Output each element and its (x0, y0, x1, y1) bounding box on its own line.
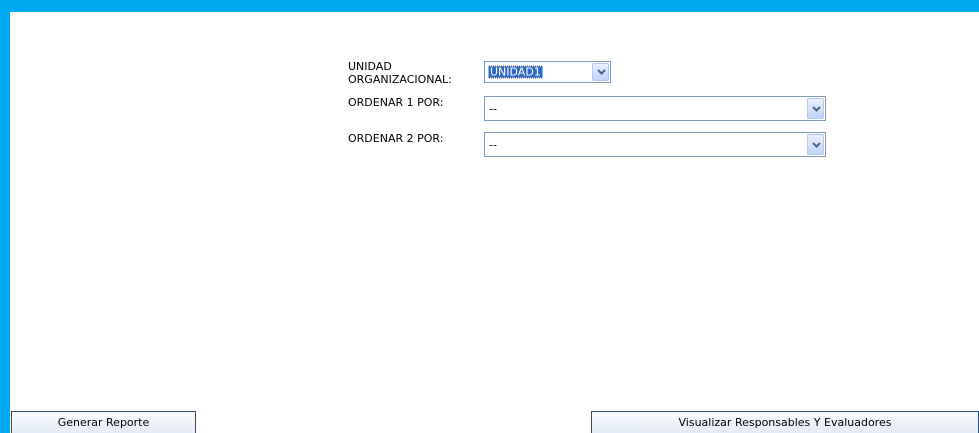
ordenar1-value: -- (489, 102, 497, 115)
unidad-organizacional-select[interactable]: UNIDAD1 (484, 61, 611, 83)
chevron-down-icon[interactable] (807, 134, 824, 155)
unidad-label-line1: UNIDAD (348, 60, 392, 73)
unidad-label-line2: ORGANIZACIONAL: (348, 73, 452, 86)
unidad-organizacional-value: UNIDAD1 (488, 65, 543, 79)
ordenar2-value: -- (489, 138, 497, 151)
generar-reporte-button[interactable]: Generar Reporte (11, 411, 196, 433)
chevron-down-icon[interactable] (807, 98, 824, 119)
ordenar1-label: ORDENAR 1 POR: (348, 96, 444, 109)
visualizar-responsables-button[interactable]: Visualizar Responsables Y Evaluadores (591, 411, 979, 433)
chevron-down-icon[interactable] (592, 63, 609, 81)
ordenar2-label: ORDENAR 2 POR: (348, 132, 444, 145)
ordenar1-select[interactable]: -- (484, 96, 826, 121)
ordenar2-select[interactable]: -- (484, 132, 826, 157)
report-panel: UNIDAD ORGANIZACIONAL: UNIDAD1 ORDENAR 1… (10, 12, 979, 433)
